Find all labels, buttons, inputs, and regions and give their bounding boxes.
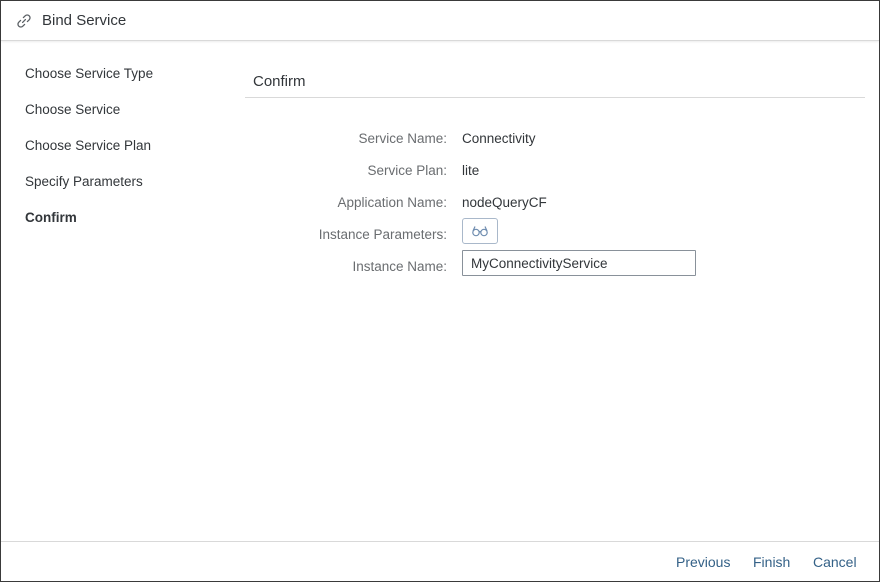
- service-plan-row: Service Plan: lite: [245, 162, 865, 186]
- step-choose-service[interactable]: Choose Service: [25, 101, 225, 137]
- service-name-row: Service Name: Connectivity: [245, 130, 865, 154]
- instance-parameters-label: Instance Parameters:: [318, 227, 447, 242]
- bind-service-dialog: Bind Service Choose Service Type Choose …: [0, 0, 880, 582]
- instance-name-label: Instance Name:: [352, 259, 447, 274]
- wizard-steps: Choose Service Type Choose Service Choos…: [25, 65, 225, 245]
- instance-name-input[interactable]: [462, 250, 696, 276]
- step-specify-parameters[interactable]: Specify Parameters: [25, 173, 225, 209]
- step-choose-service-type[interactable]: Choose Service Type: [25, 65, 225, 101]
- dialog-footer: Previous Finish Cancel: [1, 541, 879, 581]
- service-plan-value: lite: [462, 163, 480, 178]
- view-parameters-button[interactable]: [462, 218, 498, 244]
- application-name-value: nodeQueryCF: [462, 195, 547, 210]
- step-choose-service-plan[interactable]: Choose Service Plan: [25, 137, 225, 173]
- service-plan-label: Service Plan:: [367, 163, 447, 178]
- application-name-label: Application Name:: [337, 195, 447, 210]
- glasses-icon: [471, 225, 489, 237]
- instance-name-row: Instance Name:: [245, 250, 865, 282]
- service-name-value: Connectivity: [462, 131, 536, 146]
- instance-parameters-row: Instance Parameters:: [245, 218, 865, 250]
- service-name-label: Service Name:: [358, 131, 447, 146]
- application-name-row: Application Name: nodeQueryCF: [245, 194, 865, 218]
- confirm-panel: Confirm Service Name: Connectivity Servi…: [245, 65, 865, 276]
- section-title: Confirm: [245, 65, 865, 98]
- cancel-button[interactable]: Cancel: [813, 554, 857, 570]
- dialog-header: Bind Service: [1, 1, 879, 41]
- previous-button[interactable]: Previous: [676, 554, 730, 570]
- dialog-title: Bind Service: [42, 12, 127, 29]
- finish-button[interactable]: Finish: [753, 554, 790, 570]
- step-confirm[interactable]: Confirm: [25, 209, 225, 245]
- link-icon: [15, 12, 33, 30]
